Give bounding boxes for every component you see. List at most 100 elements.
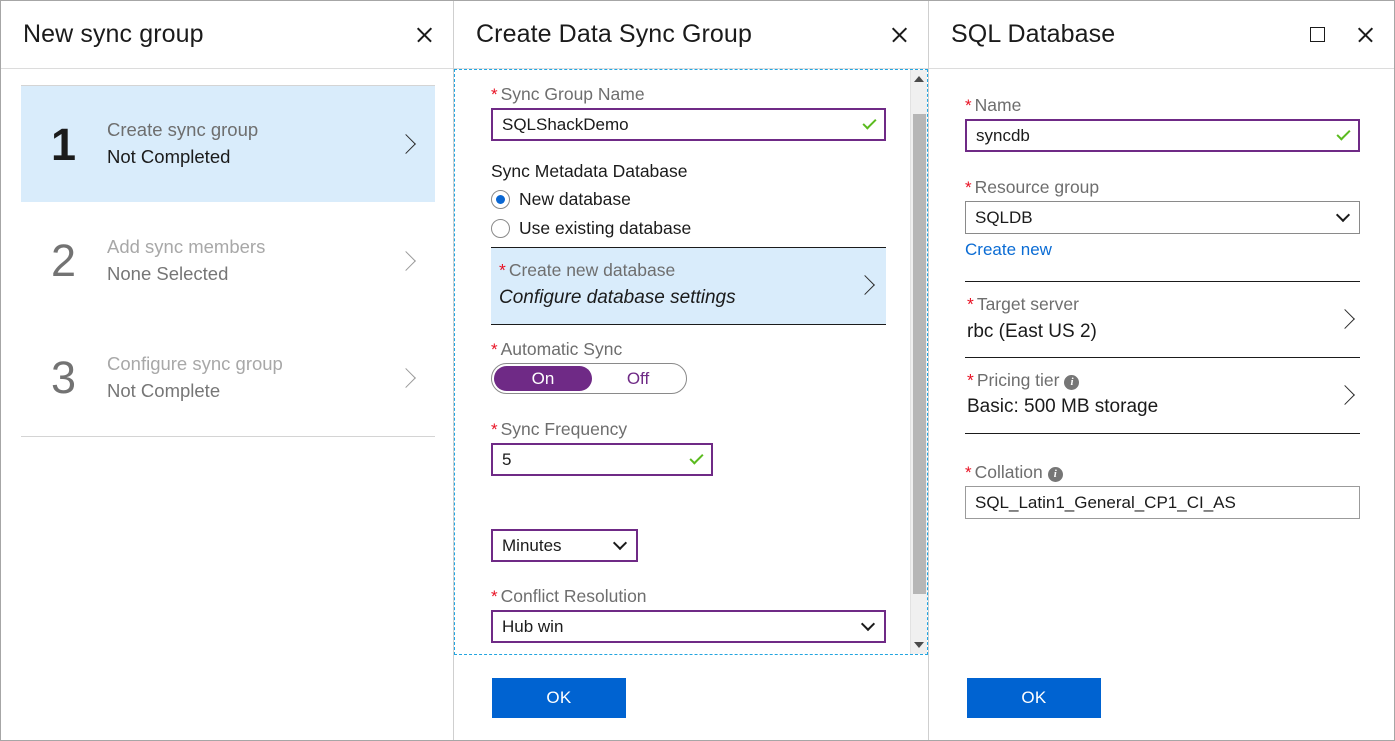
field-resource-group: *Resource group SQLDB Create new [965, 173, 1360, 260]
close-button[interactable] [409, 20, 439, 50]
field-automatic-sync: *Automatic Sync On Off [491, 335, 886, 394]
sql-database-form: *Name syncdb *Resource group SQLDB Creat… [929, 69, 1394, 655]
form-scrollbar[interactable] [910, 70, 927, 654]
pricing-tier-text: *Pricing tieri Basic: 500 MB storage [967, 367, 1334, 422]
azure-portal-blades: New sync group 1 Create sync group Not C… [0, 0, 1395, 741]
blade1-header: New sync group [1, 1, 453, 69]
required-asterisk: * [965, 463, 975, 482]
frequency-unit-select[interactable]: Minutes [491, 529, 638, 562]
automatic-sync-toggle[interactable]: On Off [491, 363, 687, 394]
scrollbar-thumb[interactable] [913, 114, 926, 594]
sync-frequency-label: *Sync Frequency [491, 415, 886, 443]
radio-new-database-label: New database [519, 189, 631, 210]
form-scroll-area: *Sync Group Name SQLShackDemo Sync Metad… [455, 70, 910, 654]
step-text: Configure sync group Not Complete [107, 351, 395, 405]
radio-icon [491, 190, 510, 209]
info-icon[interactable]: i [1064, 375, 1079, 390]
required-asterisk: * [491, 340, 501, 359]
ok-button[interactable]: OK [492, 678, 626, 718]
database-name-label: *Name [965, 91, 1360, 119]
blade-sql-database: SQL Database *Name syncdb [929, 1, 1394, 740]
blade2-header: Create Data Sync Group [454, 1, 928, 69]
required-asterisk: * [965, 178, 975, 197]
automatic-sync-label: *Automatic Sync [491, 335, 886, 363]
create-new-database-sub: Configure database settings [499, 284, 854, 313]
step-item-add-sync-members[interactable]: 2 Add sync members None Selected [21, 202, 435, 320]
scroll-up-button[interactable] [911, 70, 927, 88]
conflict-resolution-select[interactable]: Hub win [491, 610, 886, 643]
create-new-database-text: *Create new database Configure database … [499, 257, 854, 313]
resource-group-value: SQLDB [975, 208, 1033, 228]
step-title: Configure sync group [107, 351, 395, 378]
field-frequency-unit: Minutes [491, 529, 886, 562]
blade1-header-buttons [409, 20, 439, 50]
sync-group-name-input[interactable]: SQLShackDemo [491, 108, 886, 141]
page-title: New sync group [23, 20, 409, 49]
pricing-tier-label: *Pricing tieri [967, 367, 1334, 393]
chevron-right-icon [1334, 308, 1356, 330]
blade3-footer: OK [929, 655, 1394, 740]
close-button[interactable] [1350, 20, 1380, 50]
database-name-value: syncdb [976, 126, 1030, 146]
field-conflict-resolution: *Conflict Resolution Hub win [491, 582, 886, 643]
step-item-configure-sync-group[interactable]: 3 Configure sync group Not Complete [21, 319, 435, 437]
chevron-right-icon [395, 367, 417, 389]
radio-new-database[interactable]: New database [491, 185, 886, 214]
step-number: 1 [51, 122, 107, 167]
radio-use-existing-database[interactable]: Use existing database [491, 214, 886, 243]
required-asterisk: * [491, 420, 501, 439]
sync-group-name-label: *Sync Group Name [491, 80, 886, 108]
sync-metadata-database-label: Sync Metadata Database [491, 157, 886, 185]
sync-group-name-value: SQLShackDemo [502, 115, 629, 135]
resource-group-label: *Resource group [965, 173, 1360, 201]
chevron-right-icon [395, 250, 417, 272]
sync-group-form: *Sync Group Name SQLShackDemo Sync Metad… [454, 69, 928, 655]
target-server-row[interactable]: *Target server rbc (East US 2) [965, 281, 1360, 357]
step-item-create-sync-group[interactable]: 1 Create sync group Not Completed [21, 85, 435, 203]
collation-input[interactable]: SQL_Latin1_General_CP1_CI_AS [965, 486, 1360, 519]
step-number: 3 [51, 355, 107, 400]
collation-value: SQL_Latin1_General_CP1_CI_AS [975, 493, 1236, 513]
triangle-down-icon [914, 642, 924, 648]
resource-group-select[interactable]: SQLDB [965, 201, 1360, 234]
field-database-name: *Name syncdb [965, 91, 1360, 152]
pricing-tier-value: Basic: 500 MB storage [967, 393, 1334, 422]
steps-list: 1 Create sync group Not Completed 2 Add … [1, 69, 453, 437]
checkmark-icon [689, 450, 703, 464]
blade2-header-buttons [884, 20, 914, 50]
page-title: Create Data Sync Group [476, 20, 884, 49]
sync-frequency-input[interactable]: 5 [491, 443, 713, 476]
close-icon [415, 25, 434, 44]
chevron-right-icon [1334, 384, 1356, 406]
required-asterisk: * [491, 587, 501, 606]
required-asterisk: * [499, 260, 509, 280]
chevron-right-icon [854, 274, 876, 296]
close-icon [1356, 25, 1375, 44]
blade3-header-buttons [1302, 20, 1380, 50]
chevron-right-icon [395, 133, 417, 155]
create-new-database-row[interactable]: *Create new database Configure database … [491, 247, 886, 325]
ok-button[interactable]: OK [967, 678, 1101, 718]
maximize-button[interactable] [1302, 20, 1332, 50]
required-asterisk: * [967, 294, 977, 314]
step-text: Add sync members None Selected [107, 234, 395, 288]
step-status: None Selected [107, 261, 395, 288]
pricing-tier-row[interactable]: *Pricing tieri Basic: 500 MB storage [965, 357, 1360, 434]
field-sync-metadata-database: Sync Metadata Database New database Use … [491, 157, 886, 243]
info-icon[interactable]: i [1048, 467, 1063, 482]
page-title: SQL Database [951, 20, 1302, 49]
collation-label: *Collationi [965, 458, 1360, 486]
field-sync-group-name: *Sync Group Name SQLShackDemo [491, 80, 886, 141]
blade-create-data-sync-group: Create Data Sync Group *Sync Group Name … [454, 1, 929, 740]
step-title: Add sync members [107, 234, 395, 261]
radio-icon [491, 219, 510, 238]
create-new-link[interactable]: Create new [965, 240, 1052, 260]
conflict-resolution-value: Hub win [502, 617, 563, 637]
toggle-off-label: Off [592, 369, 684, 389]
database-name-input[interactable]: syncdb [965, 119, 1360, 152]
blade2-footer: OK [454, 655, 928, 740]
scroll-down-button[interactable] [911, 636, 927, 654]
close-button[interactable] [884, 20, 914, 50]
step-status: Not Complete [107, 378, 395, 405]
chevron-down-icon [1336, 208, 1350, 222]
